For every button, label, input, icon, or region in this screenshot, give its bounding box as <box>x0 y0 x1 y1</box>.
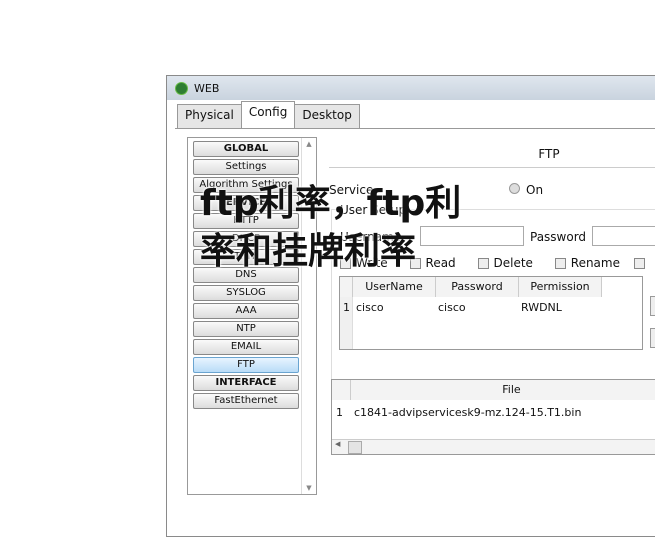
scrollbar-thumb[interactable] <box>348 441 362 454</box>
remove-button[interactable] <box>650 328 655 348</box>
column-header[interactable]: Password <box>436 277 519 297</box>
app-icon <box>175 81 188 95</box>
password-label: Password <box>530 230 587 244</box>
delete-checkbox[interactable]: Delete <box>477 256 533 270</box>
page-title: FTP <box>538 147 560 161</box>
sidebar-item-fastethernet[interactable]: FastEthernet <box>193 393 299 409</box>
column-header[interactable]: Permission <box>519 277 602 297</box>
row-header-corner <box>332 380 351 400</box>
tab-physical[interactable]: Physical <box>177 104 242 128</box>
watermark-overlay-text: ftp利率，ftp利 率和挂牌利率 <box>200 180 461 276</box>
cell-password: cisco <box>438 301 466 314</box>
sidebar-item-email[interactable]: EMAIL <box>193 339 299 355</box>
app-window: WEB Physical Config Desktop ▲ ▼ GLOBAL Se… <box>166 75 655 537</box>
overlay-line-1: ftp利率，ftp利 <box>200 183 462 224</box>
overlay-line-2: 率和挂牌利率 <box>200 231 417 272</box>
row-index: 1 <box>336 406 343 419</box>
users-table: UserName Password Permission 1 cisco cis… <box>339 276 643 350</box>
password-input[interactable] <box>592 226 655 246</box>
sidebar-item-ntp[interactable]: NTP <box>193 321 299 337</box>
add-button[interactable] <box>650 296 655 316</box>
files-table: File 1 c1841-advipservicesk9-mz.124-15.T… <box>331 379 655 455</box>
list-checkbox[interactable] <box>633 256 650 270</box>
tab-bar: Physical Config Desktop <box>177 101 360 128</box>
tab-config[interactable]: Config <box>240 101 296 125</box>
horizontal-scrollbar[interactable]: ◀ <box>332 439 655 454</box>
tab-desktop[interactable]: Desktop <box>294 104 360 128</box>
sidebar-item-aaa[interactable]: AAA <box>193 303 299 319</box>
row-index: 1 <box>343 301 350 314</box>
divider <box>329 167 655 168</box>
rename-checkbox[interactable]: Rename <box>554 256 620 270</box>
table-row[interactable]: 1 cisco cisco RWDNL <box>340 301 642 319</box>
column-header[interactable]: UserName <box>353 277 436 297</box>
sidebar-item-syslog[interactable]: SYSLOG <box>193 285 299 301</box>
title-bar: WEB <box>167 76 655 100</box>
sidebar-item-global[interactable]: GLOBAL <box>193 141 299 157</box>
column-header[interactable]: File <box>351 380 655 400</box>
service-on-radio[interactable]: On <box>509 183 543 197</box>
scroll-up-icon[interactable]: ▲ <box>302 140 316 148</box>
cell-file: c1841-advipservicesk9-mz.124-15.T1.bin <box>354 406 582 419</box>
sidebar-item-ftp[interactable]: FTP <box>193 357 299 373</box>
sidebar-item-interface[interactable]: INTERFACE <box>193 375 299 391</box>
scroll-down-icon[interactable]: ▼ <box>302 484 316 492</box>
cell-username: cisco <box>356 301 384 314</box>
table-row[interactable]: 1 c1841-advipservicesk9-mz.124-15.T1.bin <box>332 406 655 424</box>
sidebar-item-settings[interactable]: Settings <box>193 159 299 175</box>
cell-permission: RWDNL <box>521 301 562 314</box>
scroll-left-icon[interactable]: ◀ <box>335 440 340 448</box>
on-label: On <box>526 183 544 197</box>
row-header-corner <box>340 277 353 297</box>
window-title: WEB <box>194 81 220 95</box>
